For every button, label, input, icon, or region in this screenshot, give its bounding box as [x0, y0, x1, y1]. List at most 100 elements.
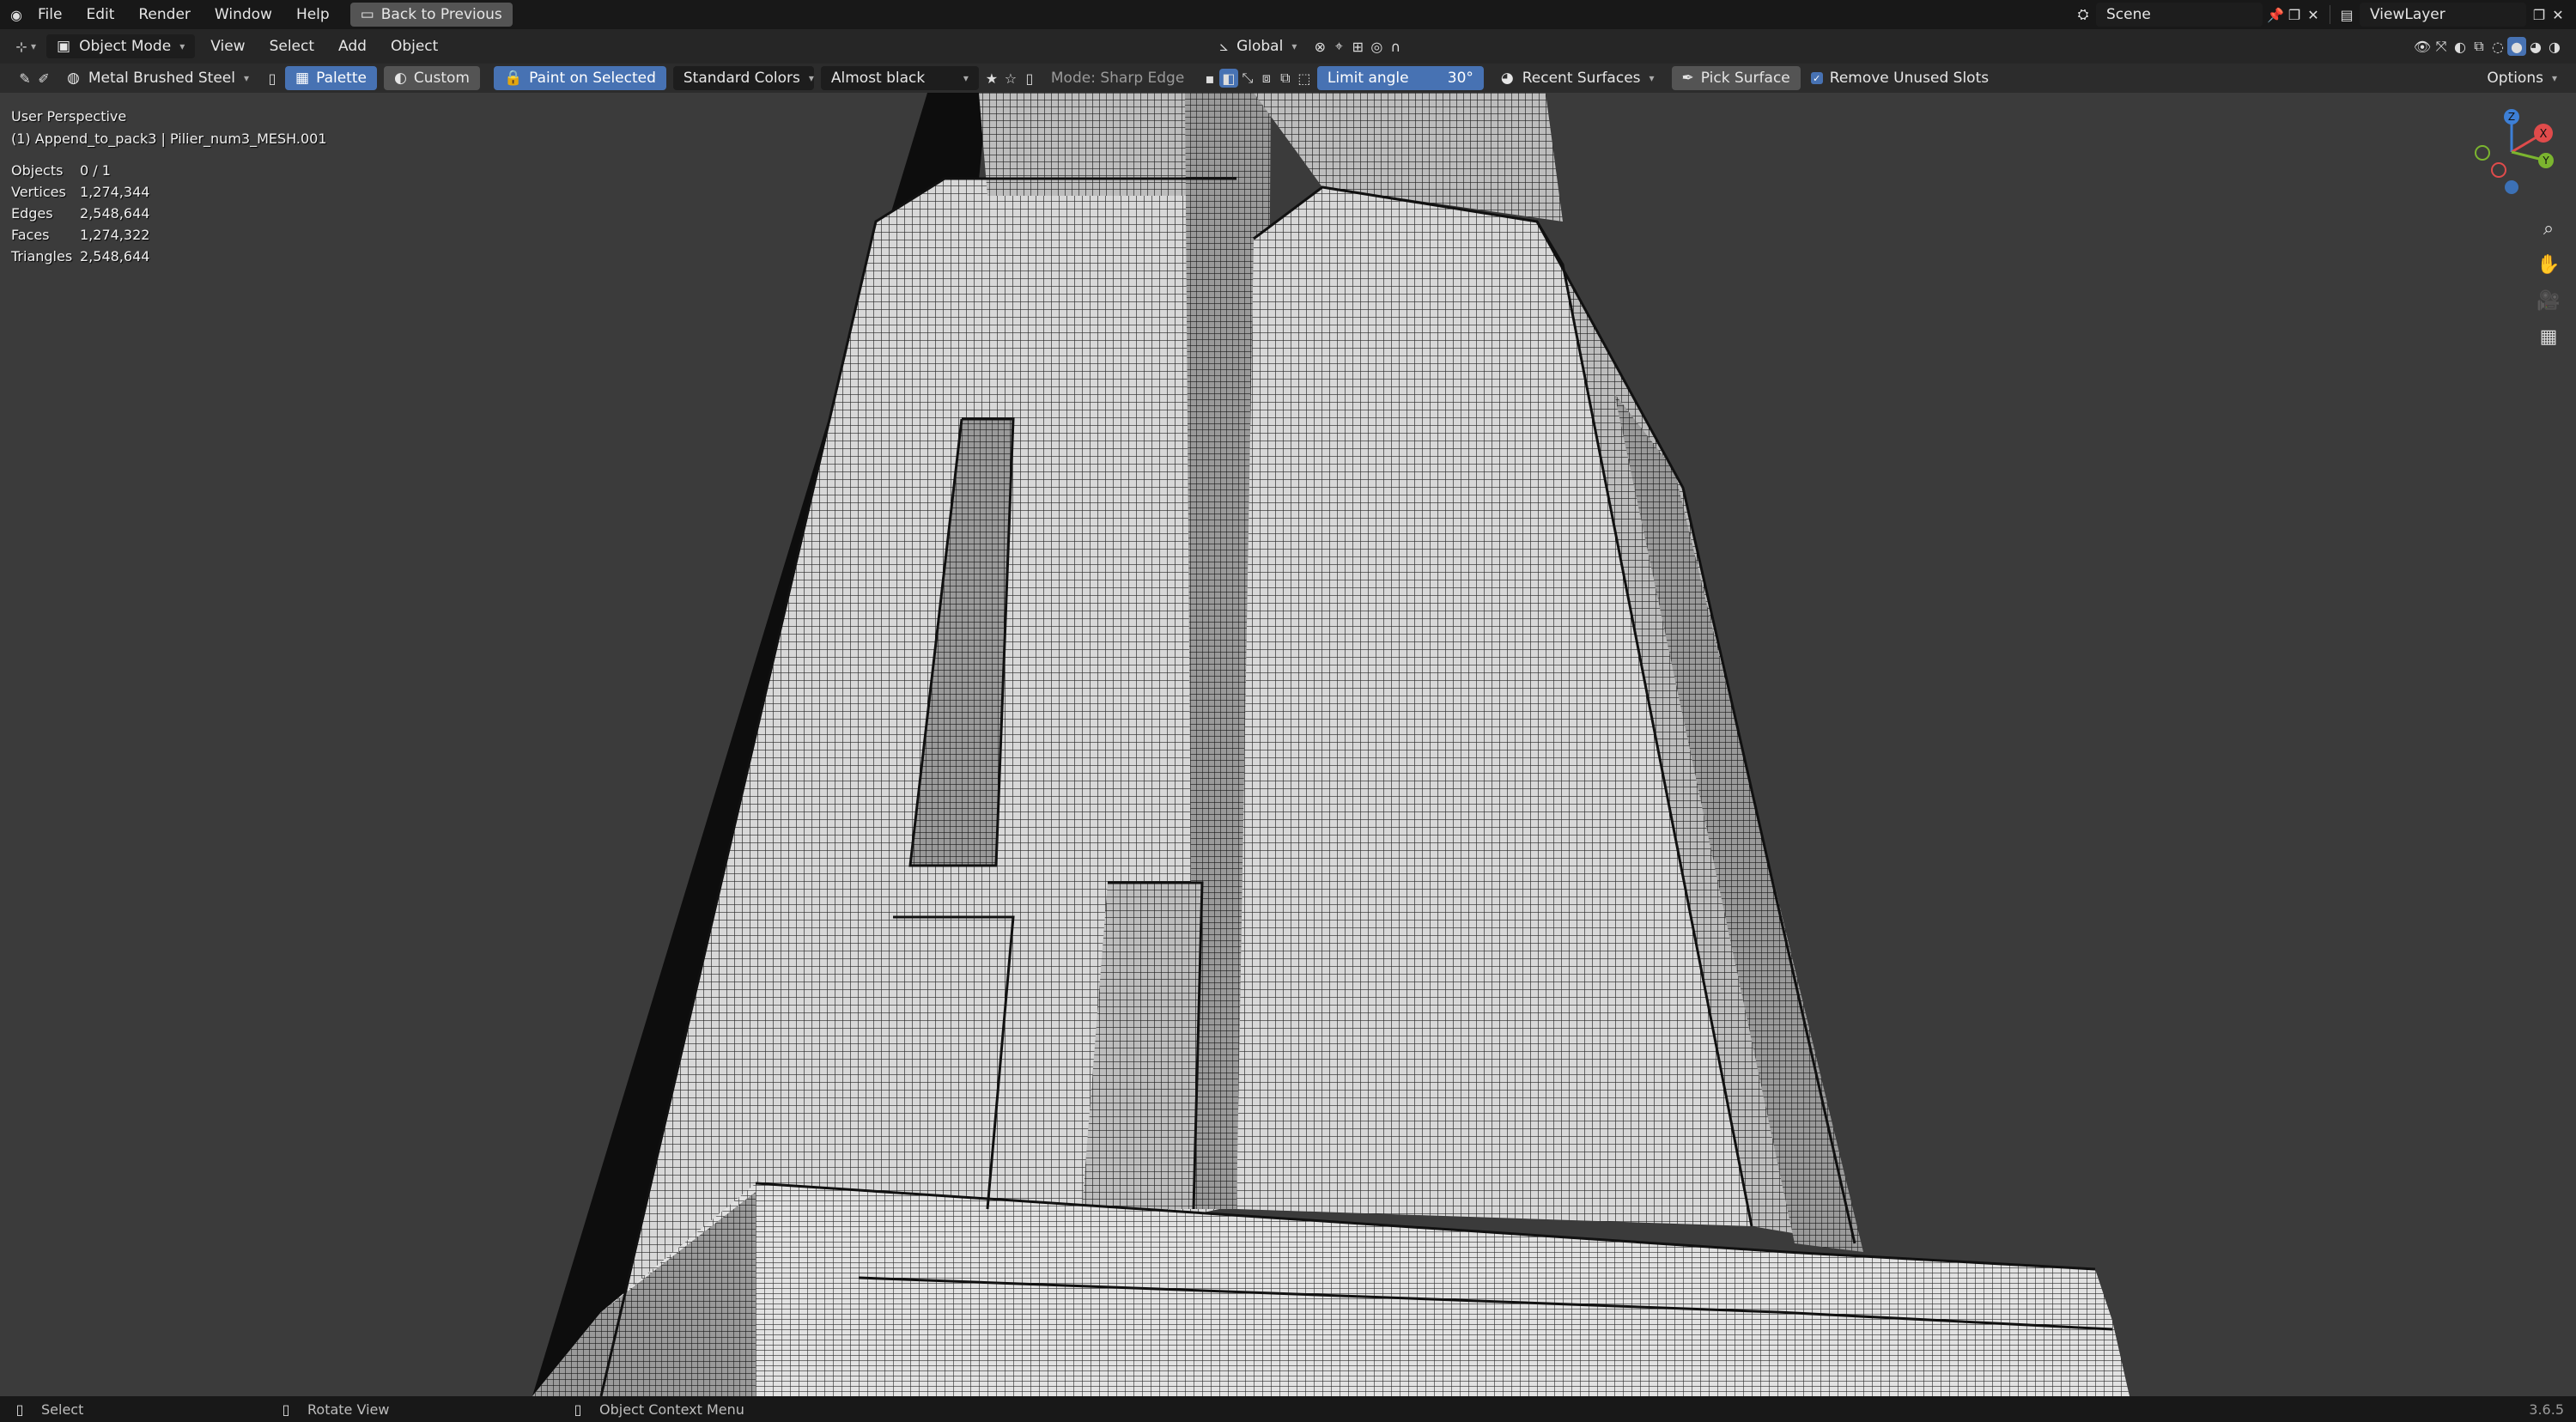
- mouse-left-icon: ▯: [15, 1401, 24, 1418]
- svg-text:Y: Y: [2542, 155, 2549, 167]
- limit-angle-slider[interactable]: Limit angle 30°: [1316, 66, 1484, 90]
- mode-toggle-icon[interactable]: ▯: [1020, 69, 1039, 88]
- zoom-icon[interactable]: ⌕: [2533, 213, 2564, 244]
- orientation-icon: ⦣: [1219, 38, 1229, 55]
- toggle-icon[interactable]: ▯: [263, 69, 282, 88]
- mouse-right-icon: ▯: [574, 1401, 582, 1418]
- chevron-down-icon: ▾: [179, 40, 185, 52]
- blender-logo-icon[interactable]: ◉: [7, 5, 26, 24]
- chevron-down-icon: ▾: [963, 72, 969, 84]
- select-mode-6-icon[interactable]: ⬚: [1295, 69, 1314, 88]
- version-label: 3.6.5: [2529, 1401, 2564, 1418]
- mode-label: Mode: Sharp Edge: [1050, 70, 1185, 87]
- neg-z-axis-icon: [2505, 180, 2518, 194]
- camera-icon[interactable]: 🎥: [2533, 285, 2564, 316]
- overlays-icon[interactable]: ◐: [2451, 37, 2470, 56]
- new-view-layer-icon[interactable]: ❐: [2530, 5, 2549, 24]
- custom-button[interactable]: ◐ Custom: [383, 66, 480, 90]
- stat-row-edges: Edges 2,548,644: [11, 205, 150, 222]
- remove-unused-slots-checkbox[interactable]: ✓ Remove Unused Slots: [1810, 70, 1989, 87]
- recent-surfaces-selector[interactable]: ◕ Recent Surfaces ▾: [1491, 66, 1665, 90]
- perspective-label: User Perspective: [11, 108, 127, 125]
- menu-window[interactable]: Window: [203, 6, 284, 23]
- select-mode-3-icon[interactable]: ⤡: [1238, 69, 1257, 88]
- chevron-down-icon: ▾: [1649, 72, 1655, 84]
- menu-render[interactable]: Render: [126, 6, 203, 23]
- xray-icon[interactable]: ⧉: [2470, 37, 2488, 56]
- proportional-editing-icon[interactable]: ◎: [1367, 37, 1386, 56]
- paint-on-selected-button[interactable]: 🔒 Paint on Selected: [493, 66, 666, 90]
- menu-edit[interactable]: Edit: [74, 6, 126, 23]
- scene-statistics: Objects 0 / 1 Vertices 1,274,344 Edges 2,54…: [11, 160, 149, 267]
- shading-material-icon[interactable]: ◕: [2526, 37, 2545, 56]
- top-bar: ◉ File Edit Render Window Help ▭ Back to…: [0, 0, 2576, 29]
- stat-row-faces: Faces 1,274,322: [11, 227, 150, 243]
- status-context: Object Context Menu: [599, 1401, 744, 1418]
- add-favorite-star-icon[interactable]: ☆: [1001, 69, 1020, 88]
- status-bar: ▯ Select ▯ Rotate View ▯ Object Context …: [0, 1396, 2576, 1422]
- delete-scene-icon[interactable]: ✕: [2304, 5, 2323, 24]
- pivot-point-icon[interactable]: ⊗: [1310, 37, 1329, 56]
- material-selector[interactable]: ◍ Metal Brushed Steel ▾: [57, 66, 259, 90]
- checkmark-icon: ✓: [1810, 72, 1823, 84]
- menu-file[interactable]: File: [26, 6, 74, 23]
- grid-toggle-icon[interactable]: ▦: [2533, 321, 2564, 352]
- surface-icon: ◕: [1500, 70, 1514, 87]
- shading-rendered-icon[interactable]: ◑: [2545, 37, 2564, 56]
- scene-icon[interactable]: ⛭: [2074, 5, 2093, 24]
- view-layer-selector[interactable]: ViewLayer: [2360, 3, 2526, 27]
- scene-selector[interactable]: Scene: [2096, 3, 2263, 27]
- screen-back-icon: ▭: [360, 6, 374, 23]
- delete-view-layer-icon[interactable]: ✕: [2549, 5, 2567, 24]
- gizmo-toggle-icon[interactable]: ⤧: [2432, 37, 2451, 56]
- color-selector[interactable]: Almost black ▾: [820, 66, 979, 90]
- select-mode-1-icon[interactable]: ▪: [1200, 69, 1219, 88]
- pin-icon[interactable]: 📌: [2266, 5, 2285, 24]
- editor-type-icon[interactable]: ⊹: [12, 37, 31, 56]
- shading-solid-icon[interactable]: ●: [2507, 37, 2526, 56]
- stat-row-vertices: Vertices 1,274,344: [11, 184, 150, 200]
- select-mode-2-icon[interactable]: ◧: [1218, 69, 1238, 88]
- select-mode-4-icon[interactable]: ⧈: [1257, 69, 1276, 88]
- svg-text:X: X: [2540, 128, 2548, 141]
- object-mode-icon: ▣: [57, 38, 71, 55]
- back-to-previous-button[interactable]: ▭ Back to Previous: [349, 3, 513, 27]
- chevron-down-icon: ▾: [808, 72, 814, 84]
- mesh-render: [532, 93, 2129, 1396]
- favorite-star-icon[interactable]: ★: [982, 69, 1001, 88]
- snap-icon[interactable]: ⌖: [1329, 37, 1348, 56]
- paint-brush-icon[interactable]: ✎: [15, 69, 34, 88]
- new-scene-icon[interactable]: ❐: [2285, 5, 2304, 24]
- color-set-selector[interactable]: Standard Colors ▾: [672, 66, 814, 90]
- status-select: Select: [41, 1401, 84, 1418]
- pick-surface-button[interactable]: ✒ Pick Surface: [1671, 66, 1801, 90]
- menu-select[interactable]: Select: [258, 38, 326, 55]
- brush-alt-icon[interactable]: ✐: [34, 69, 53, 88]
- menu-help[interactable]: Help: [284, 6, 342, 23]
- menu-add[interactable]: Add: [326, 38, 379, 55]
- menu-object[interactable]: Object: [379, 38, 450, 55]
- mode-selector[interactable]: ▣ Object Mode ▾: [46, 34, 196, 58]
- chevron-down-icon[interactable]: ▾: [31, 40, 36, 52]
- navigation-gizmo[interactable]: Z X Y: [2464, 105, 2559, 199]
- select-mode-5-icon[interactable]: ⧉: [1276, 69, 1295, 88]
- palette-icon: ▦: [295, 70, 310, 87]
- chevron-down-icon: ▾: [2551, 72, 2557, 84]
- custom-icon: ◐: [393, 70, 407, 87]
- shading-wireframe-icon[interactable]: ◌: [2488, 37, 2507, 56]
- chevron-down-icon: ▾: [1291, 40, 1297, 52]
- menu-view[interactable]: View: [198, 38, 257, 55]
- viewport-header: ⊹ ▾ ▣ Object Mode ▾ View Select Add Obje…: [0, 29, 2576, 64]
- tool-settings-header: ✎ ✐ ◍ Metal Brushed Steel ▾ ▯ ▦ Palette …: [0, 64, 2576, 93]
- options-dropdown[interactable]: Options ▾: [2476, 66, 2567, 90]
- falloff-icon[interactable]: ∩: [1386, 37, 1405, 56]
- pan-hand-icon[interactable]: ✋: [2533, 249, 2564, 280]
- transform-orientation-selector[interactable]: ⦣ Global ▾: [1209, 34, 1307, 58]
- neg-x-axis-icon: [2491, 162, 2506, 178]
- visibility-icon[interactable]: 👁: [2413, 37, 2432, 56]
- svg-text:Z: Z: [2508, 111, 2515, 123]
- palette-button[interactable]: ▦ Palette: [285, 66, 377, 90]
- 3d-viewport[interactable]: User Perspective (1) Append_to_pack3 | P…: [0, 93, 2576, 1396]
- view-layer-icon[interactable]: ▤: [2337, 5, 2356, 24]
- snap-target-icon[interactable]: ⊞: [1348, 37, 1367, 56]
